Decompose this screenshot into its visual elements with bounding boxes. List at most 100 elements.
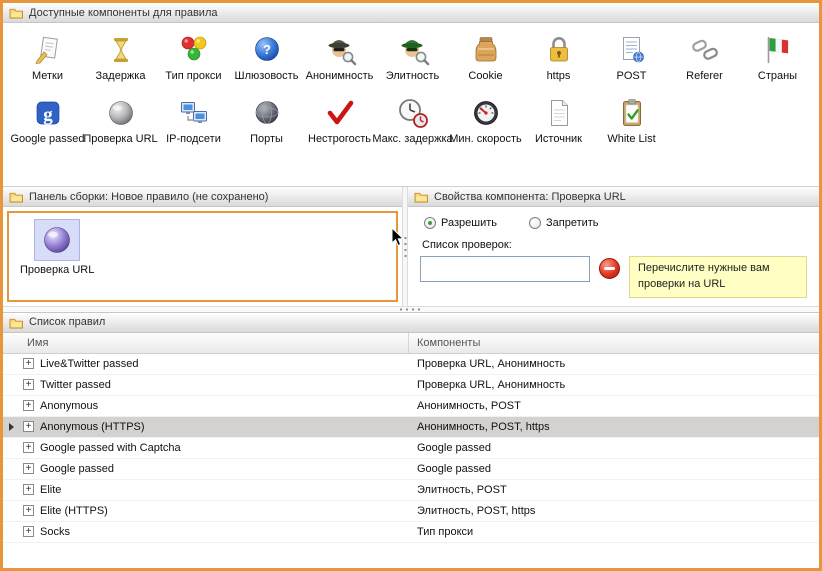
table-row[interactable]: Google passed with Captcha Google passed	[3, 438, 819, 459]
component-label: Источник	[535, 133, 582, 145]
component-url-check[interactable]: Проверка URL	[84, 96, 157, 145]
rule-name: Twitter passed	[40, 379, 111, 391]
expand-icon[interactable]	[23, 421, 34, 432]
expand-icon[interactable]	[23, 358, 34, 369]
rules-panel: Список правил Имя Компоненты Live&Twitte…	[3, 313, 819, 568]
panel-folder-icon	[9, 190, 24, 203]
component-label: IP-подсети	[166, 133, 221, 145]
splitter-grip-icon	[404, 235, 407, 257]
rule-builder-window: Доступные компоненты для правила Метки	[0, 0, 822, 571]
panel-folder-icon	[414, 190, 429, 203]
build-selected-component[interactable]: Проверка URL	[20, 219, 94, 276]
rule-name-cell: Anonymous	[19, 400, 409, 412]
checks-input-row: Перечислите нужные вам проверки на URL	[420, 256, 807, 298]
expand-icon[interactable]	[23, 442, 34, 453]
table-row[interactable]: Google passed Google passed	[3, 459, 819, 480]
component-max-delay[interactable]: Макс. задержка	[376, 96, 449, 145]
rule-name-cell: Google passed	[19, 463, 409, 475]
rules-panel-title: Список правил	[29, 316, 105, 328]
table-row[interactable]: Anonymous Анонимность, POST	[3, 396, 819, 417]
component-elite[interactable]: Элитность	[376, 33, 449, 82]
table-row[interactable]: Elite (HTTPS) Элитность, POST, https	[3, 501, 819, 522]
rule-name: Anonymous	[40, 400, 98, 412]
checks-list-input[interactable]	[420, 256, 590, 282]
component-label: Страны	[758, 70, 797, 82]
expand-icon[interactable]	[23, 484, 34, 495]
delay-hourglass-icon	[104, 33, 138, 67]
row-gutter	[3, 522, 19, 542]
component-anonymity[interactable]: Анонимность	[303, 33, 376, 82]
table-row[interactable]: Live&Twitter passed Проверка URL, Аноним…	[3, 354, 819, 375]
component-min-speed[interactable]: Мин. скорость	[449, 96, 522, 145]
component-gateway[interactable]: ? Шлюзовость	[230, 33, 303, 82]
row-gutter	[3, 354, 19, 374]
expand-icon[interactable]	[23, 400, 34, 411]
components-row-1: Метки Задержка	[3, 33, 819, 82]
clock-icon	[396, 96, 430, 130]
row-selection-arrow-icon	[9, 423, 14, 431]
notes-icon	[31, 33, 65, 67]
radio-allow[interactable]: Разрешить	[424, 217, 497, 229]
table-row-selected[interactable]: Anonymous (HTTPS) Анонимность, POST, htt…	[3, 417, 819, 438]
middle-section: Панель сборки: Новое правило (не сохране…	[3, 186, 819, 306]
rule-name-cell: Live&Twitter passed	[19, 358, 409, 370]
row-gutter	[3, 396, 19, 416]
build-body: Проверка URL	[3, 207, 402, 306]
component-https[interactable]: https	[522, 33, 595, 82]
rule-name: Live&Twitter passed	[40, 358, 138, 370]
component-google-passed[interactable]: g Google passed	[11, 96, 84, 145]
component-countries[interactable]: Страны	[741, 33, 814, 82]
component-white-list[interactable]: White List	[595, 96, 668, 145]
build-panel: Панель сборки: Новое правило (не сохране…	[3, 187, 402, 306]
rules-table-header: Имя Компоненты	[3, 333, 819, 354]
traffic-light-icon	[177, 33, 211, 67]
components-panel-header: Доступные компоненты для правила	[3, 3, 819, 23]
table-row[interactable]: Elite Элитность, POST	[3, 480, 819, 501]
component-source[interactable]: Источник	[522, 96, 595, 145]
expand-icon[interactable]	[23, 526, 34, 537]
column-header-name[interactable]: Имя	[19, 333, 409, 353]
rule-name: Socks	[40, 526, 70, 538]
svg-text:?: ?	[263, 42, 271, 57]
component-cookie[interactable]: Cookie	[449, 33, 522, 82]
component-label: Задержка	[96, 70, 146, 82]
component-label: Нестрогость	[308, 133, 371, 145]
table-row[interactable]: Twitter passed Проверка URL, Анонимность	[3, 375, 819, 396]
component-ip-subnets[interactable]: IP-подсети	[157, 96, 230, 145]
remove-button[interactable]	[599, 258, 620, 279]
expand-icon[interactable]	[23, 505, 34, 516]
component-nonstrict[interactable]: Нестрогость	[303, 96, 376, 145]
component-delay[interactable]: Задержка	[84, 33, 157, 82]
component-label: Тип прокси	[165, 70, 221, 82]
component-label: Google passed	[11, 133, 85, 145]
rule-name: Elite	[40, 484, 61, 496]
component-tags[interactable]: Метки	[11, 33, 84, 82]
expand-icon[interactable]	[23, 463, 34, 474]
component-proxy-type[interactable]: Тип прокси	[157, 33, 230, 82]
component-referer[interactable]: Referer	[668, 33, 741, 82]
component-label: POST	[617, 70, 647, 82]
table-row[interactable]: Socks Тип прокси	[3, 522, 819, 543]
properties-panel-header: Свойства компонента: Проверка URL	[408, 187, 819, 207]
ports-globe-icon	[250, 96, 284, 130]
component-ports[interactable]: Порты	[230, 96, 303, 145]
component-label: White List	[607, 133, 655, 145]
rule-components-cell: Проверка URL, Анонимность	[409, 358, 819, 370]
radio-deny-circle-icon[interactable]	[529, 217, 541, 229]
row-gutter	[3, 375, 19, 395]
build-canvas[interactable]: Проверка URL	[7, 211, 398, 302]
radio-deny[interactable]: Запретить	[529, 217, 599, 229]
column-header-gutter	[3, 333, 19, 353]
elite-spy-icon	[396, 33, 430, 67]
expand-icon[interactable]	[23, 379, 34, 390]
component-post[interactable]: POST	[595, 33, 668, 82]
radio-allow-circle-icon[interactable]	[424, 217, 436, 229]
row-gutter	[3, 480, 19, 500]
row-gutter	[3, 459, 19, 479]
panel-folder-icon	[9, 316, 24, 329]
rule-components-cell: Анонимность, POST	[409, 400, 819, 412]
allow-deny-radio-group: Разрешить Запретить	[424, 217, 807, 229]
column-header-components[interactable]: Компоненты	[409, 333, 819, 353]
component-label: Referer	[686, 70, 723, 82]
horizontal-splitter[interactable]	[3, 306, 819, 313]
